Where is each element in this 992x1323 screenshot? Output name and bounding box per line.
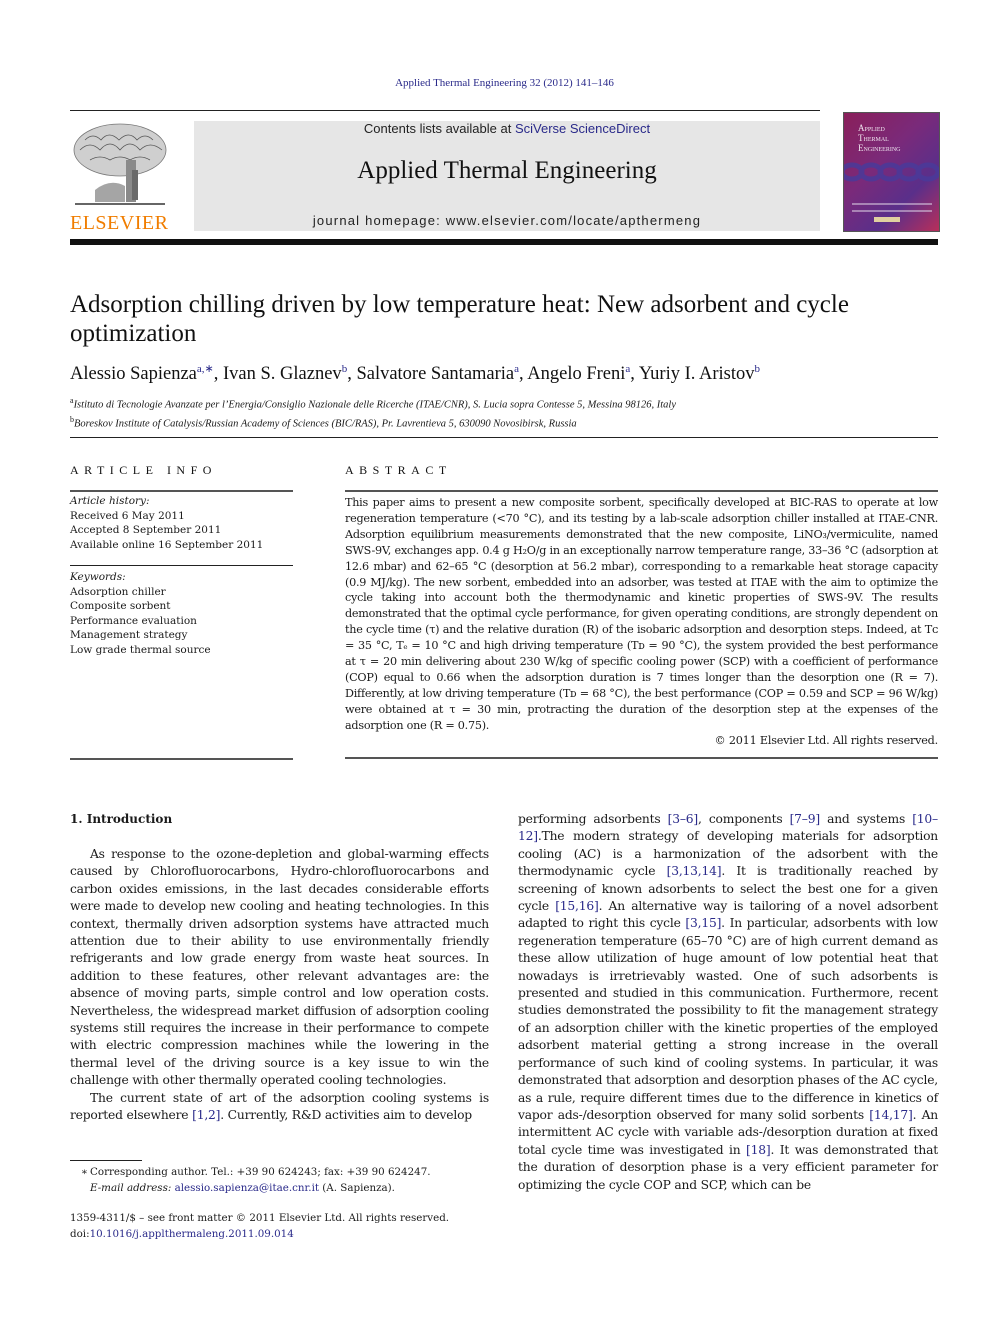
author-separator: , <box>213 364 224 385</box>
elsevier-logo[interactable]: ELSEVIER <box>70 120 172 234</box>
author-name: Salvatore Santamaria <box>356 364 515 385</box>
introduction-heading: 1. Introduction <box>70 812 173 826</box>
abstract-heading: ABSTRACT <box>345 463 452 477</box>
author-list: Alessio Sapienzaa,∗, Ivan S. Glaznevb, S… <box>70 362 940 385</box>
affiliation-text: Boreskov Institute of Catalysis/Russian … <box>74 418 577 429</box>
paragraph: performing adsorbents [3–6], components … <box>518 812 938 1192</box>
journal-banner: Contents lists available at SciVerse Sci… <box>194 121 820 231</box>
author[interactable]: Ivan S. Glaznevb, <box>223 363 356 385</box>
footnote-rule <box>70 1160 142 1161</box>
front-matter: 1359-4311/$ – see front matter © 2011 El… <box>70 1211 500 1242</box>
contents-prefix: Contents lists available at <box>363 121 515 136</box>
article-info-rule <box>70 758 293 760</box>
article-history: Article history: Received 6 May 2011 Acc… <box>70 494 293 552</box>
article-history-label: Article history: <box>70 495 150 507</box>
journal-reference[interactable]: Applied Thermal Engineering 32 (2012) 14… <box>0 77 992 89</box>
journal-cover-image[interactable]: Applied Thermal Engineering <box>843 112 940 232</box>
elsevier-tree-icon <box>73 123 167 205</box>
body-column-left: As response to the ozone-depletion and g… <box>70 846 489 1125</box>
email-label: E-mail address: <box>90 1181 172 1194</box>
author[interactable]: Angelo Frenia, <box>527 363 639 385</box>
doi-link[interactable]: 10.1016/j.applthermaleng.2011.09.014 <box>90 1228 294 1240</box>
paragraph: The current state of art of the adsorpti… <box>70 1090 489 1123</box>
keyword: Composite sorbent <box>70 600 171 612</box>
paragraph: As response to the ozone-depletion and g… <box>70 847 489 1088</box>
body-column-right: performing adsorbents [3–6], components … <box>518 811 938 1194</box>
affiliation-text: Istituto di Tecnologie Avanzate per l’En… <box>73 399 676 411</box>
author[interactable]: Yuriy I. Aristovb <box>638 363 761 385</box>
author-name: Yuriy I. Aristov <box>638 364 755 385</box>
cover-text-line <box>852 203 932 205</box>
email-link[interactable]: alessio.sapienza@itae.cnr.it <box>175 1182 319 1194</box>
abstract-rule <box>345 490 938 492</box>
issn-line: 1359-4311/$ – see front matter © 2011 El… <box>70 1212 450 1224</box>
cover-title-line: Engineering <box>858 143 901 153</box>
doi-prefix: doi: <box>70 1227 90 1240</box>
citation-link[interactable]: [14,17] <box>869 1108 913 1122</box>
abstract-text: This paper aims to present a new composi… <box>345 496 938 732</box>
affiliation-rule <box>70 437 938 438</box>
corresponding-author-text: Corresponding author. Tel.: +39 90 62424… <box>90 1166 431 1178</box>
author-affil-marker[interactable]: a,∗ <box>197 363 214 375</box>
email-suffix: (A. Sapienza). <box>319 1181 395 1194</box>
elsevier-wordmark: ELSEVIER <box>70 212 169 234</box>
header-top-rule <box>70 110 820 111</box>
keyword: Management strategy <box>70 629 188 641</box>
author[interactable]: Salvatore Santamariaa, <box>356 363 527 385</box>
author-affil-marker[interactable]: b <box>755 363 761 375</box>
citation-link[interactable]: [3–6] <box>668 812 699 826</box>
keyword: Performance evaluation <box>70 614 197 627</box>
citation-link[interactable]: [18] <box>746 1143 771 1157</box>
article-title: Adsorption chilling driven by low temper… <box>70 291 849 347</box>
cover-text-line <box>852 210 932 212</box>
abstract-copyright: © 2011 Elsevier Ltd. All rights reserved… <box>714 734 938 747</box>
article-info-heading: ARTICLE INFO <box>70 463 217 477</box>
history-item: Received 6 May 2011 <box>70 509 185 522</box>
author-name: Alessio Sapienza <box>70 364 197 385</box>
journal-reference-link[interactable]: Applied Thermal Engineering 32 (2012) 14… <box>395 77 614 89</box>
keyword: Low grade thermal source <box>70 643 211 656</box>
history-item: Available online 16 September 2011 <box>70 538 264 551</box>
affiliation: bBoreskov Institute of Catalysis/Russian… <box>70 413 940 432</box>
history-item: Accepted 8 September 2011 <box>70 524 222 536</box>
citation-link[interactable]: [10–12] <box>518 812 938 843</box>
author-separator: , <box>630 364 639 385</box>
author-name: Ivan S. Glaznev <box>223 364 342 385</box>
author-name: Angelo Freni <box>527 364 626 385</box>
citation-link[interactable]: [1,2] <box>192 1108 220 1122</box>
footnote-star: ∗ <box>81 1166 88 1178</box>
cover-title-line: Applied <box>858 123 885 133</box>
cover-title: Applied Thermal Engineering <box>858 123 901 153</box>
contents-line: Contents lists available at SciVerse Sci… <box>194 121 820 136</box>
affiliation: aIstituto di Tecnologie Avanzate per l’E… <box>70 394 940 413</box>
cover-title-line: Thermal <box>858 133 889 143</box>
keywords-label: Keywords: <box>70 571 126 583</box>
citation-link[interactable]: [7–9] <box>790 812 821 826</box>
header-thick-rule <box>70 239 938 245</box>
author[interactable]: Alessio Sapienzaa,∗, <box>70 363 224 385</box>
citation-link[interactable]: [3,15] <box>685 916 721 930</box>
sciencedirect-link[interactable]: SciVerse ScienceDirect <box>515 121 650 136</box>
article-info-rule <box>70 565 293 566</box>
cover-badge <box>874 217 900 222</box>
citation-link[interactable]: [3,13,14] <box>667 864 722 878</box>
citation-link[interactable]: [15,16] <box>555 899 599 913</box>
journal-title: Applied Thermal Engineering <box>357 157 657 184</box>
cover-chain-graphic <box>844 162 939 182</box>
abstract-rule <box>345 757 938 759</box>
journal-homepage[interactable]: journal homepage: www.elsevier.com/locat… <box>194 213 820 228</box>
affiliations: aIstituto di Tecnologie Avanzate per l’E… <box>70 394 940 431</box>
article-info-rule <box>70 490 293 492</box>
keywords: Keywords: Adsorption chiller Composite s… <box>70 570 293 657</box>
corresponding-author-footnote: ∗ Corresponding author. Tel.: +39 90 6242… <box>70 1165 500 1196</box>
keyword: Adsorption chiller <box>70 585 166 598</box>
